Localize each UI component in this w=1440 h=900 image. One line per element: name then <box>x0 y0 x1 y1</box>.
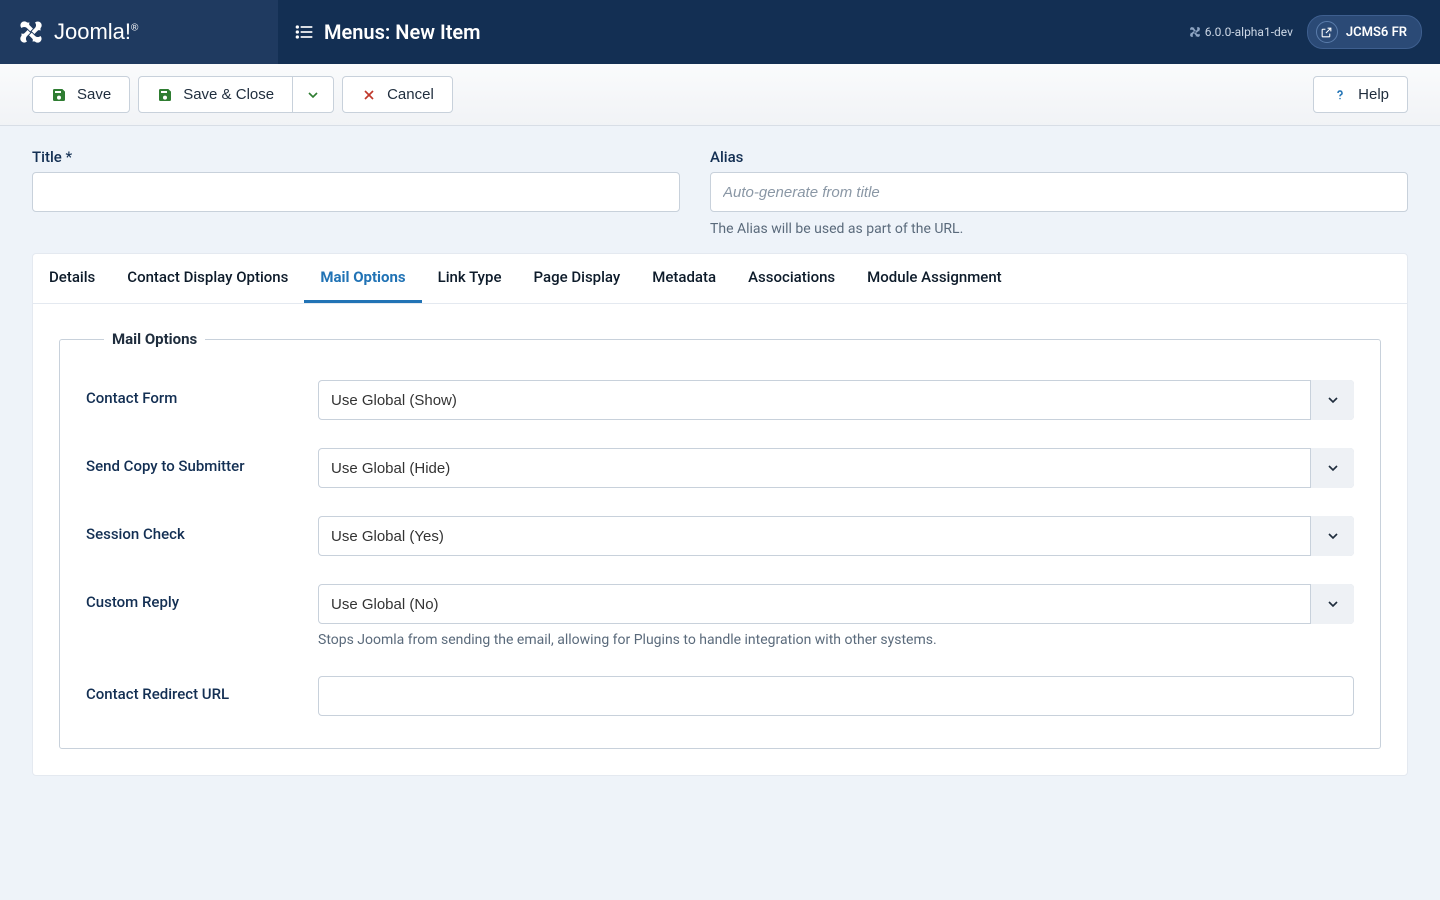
tab-details[interactable]: Details <box>33 254 111 303</box>
input-contact-redirect[interactable] <box>318 676 1354 716</box>
cancel-button[interactable]: Cancel <box>342 76 453 113</box>
label-send-copy: Send Copy to Submitter <box>86 448 298 475</box>
help-button[interactable]: Help <box>1313 76 1408 113</box>
header-right: 6.0.0-alpha1-dev JCMS6 FR <box>1189 15 1440 49</box>
tab-contact-display-options[interactable]: Contact Display Options <box>111 254 304 303</box>
label-contact-form: Contact Form <box>86 380 298 407</box>
save-close-button[interactable]: Save & Close <box>138 76 293 113</box>
tab-mail-options[interactable]: Mail Options <box>304 254 421 303</box>
save-icon <box>51 87 67 103</box>
toolbar: Save Save & Close Cancel Help <box>0 64 1440 126</box>
select-contact-form-value[interactable] <box>318 380 1354 420</box>
version-badge[interactable]: 6.0.0-alpha1-dev <box>1189 25 1293 39</box>
title-field-block: Title * <box>32 148 680 237</box>
row-send-copy: Send Copy to Submitter <box>86 448 1354 488</box>
chevron-down-icon <box>305 87 321 103</box>
label-contact-redirect: Contact Redirect URL <box>86 676 298 703</box>
save-close-dropdown[interactable] <box>292 76 334 113</box>
title-label: Title * <box>32 148 680 166</box>
select-custom-reply[interactable] <box>318 584 1354 624</box>
list-icon <box>294 22 314 42</box>
alias-input[interactable] <box>710 172 1408 212</box>
tab-page-display[interactable]: Page Display <box>517 254 636 303</box>
help-icon <box>1332 87 1348 103</box>
save-button[interactable]: Save <box>32 76 130 113</box>
fieldset-legend: Mail Options <box>104 330 205 348</box>
tab-metadata[interactable]: Metadata <box>636 254 732 303</box>
site-chip[interactable]: JCMS6 FR <box>1307 15 1422 49</box>
tab-module-assignment[interactable]: Module Assignment <box>851 254 1018 303</box>
joomla-icon <box>18 19 44 45</box>
tab-content: Mail Options Contact Form Send Copy to S… <box>33 304 1407 775</box>
alias-label: Alias <box>710 148 1408 166</box>
row-custom-reply: Custom Reply Stops Joomla from sending t… <box>86 584 1354 648</box>
select-send-copy[interactable] <box>318 448 1354 488</box>
row-session-check: Session Check <box>86 516 1354 556</box>
close-icon <box>361 87 377 103</box>
label-custom-reply: Custom Reply <box>86 584 298 611</box>
select-session-check[interactable] <box>318 516 1354 556</box>
tab-link-type[interactable]: Link Type <box>422 254 518 303</box>
select-custom-reply-value[interactable] <box>318 584 1354 624</box>
alias-field-block: Alias The Alias will be used as part of … <box>710 148 1408 237</box>
title-input[interactable] <box>32 172 680 212</box>
label-session-check: Session Check <box>86 516 298 543</box>
select-contact-form[interactable] <box>318 380 1354 420</box>
mail-options-fieldset: Mail Options Contact Form Send Copy to S… <box>59 330 1381 749</box>
brand-text: Joomla!® <box>54 19 138 45</box>
tabs: Details Contact Display Options Mail Opt… <box>33 254 1407 304</box>
external-link-icon <box>1316 21 1338 43</box>
select-session-check-value[interactable] <box>318 516 1354 556</box>
head-fields: Title * Alias The Alias will be used as … <box>0 126 1440 253</box>
page-title: Menus: New Item <box>278 20 1189 44</box>
save-icon <box>157 87 173 103</box>
desc-custom-reply: Stops Joomla from sending the email, all… <box>318 632 1354 648</box>
save-close-group: Save & Close <box>138 76 334 113</box>
joomla-small-icon <box>1189 26 1201 38</box>
brand-logo[interactable]: Joomla!® <box>0 0 278 64</box>
tab-associations[interactable]: Associations <box>732 254 851 303</box>
page-title-text: Menus: New Item <box>324 20 481 44</box>
tab-card: Details Contact Display Options Mail Opt… <box>32 253 1408 776</box>
app-header: Joomla!® Menus: New Item 6.0.0-alpha1-de… <box>0 0 1440 64</box>
select-send-copy-value[interactable] <box>318 448 1354 488</box>
row-contact-redirect: Contact Redirect URL <box>86 676 1354 716</box>
row-contact-form: Contact Form <box>86 380 1354 420</box>
alias-hint: The Alias will be used as part of the UR… <box>710 221 1408 237</box>
